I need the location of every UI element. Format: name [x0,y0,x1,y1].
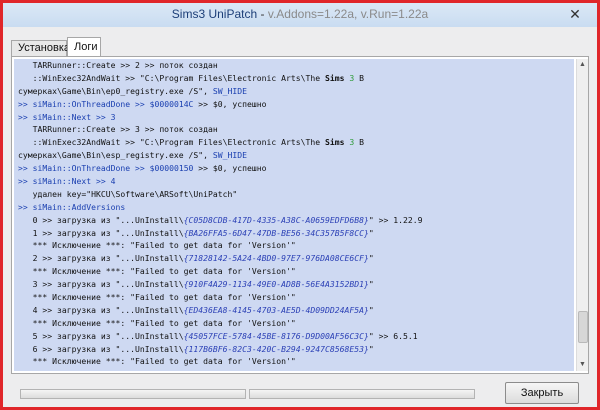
log-segment: *** Исключение ***: "Failed to get data … [18,266,296,277]
log-line: сумерках\Game\Bin\ep0_registry.exe /S", … [18,85,574,98]
log-line: 4 >> загрузка из "...UnInstall\{ED436EA8… [18,304,574,317]
log-segment: siMain::AddVersions [32,201,126,212]
log-segment: >> [18,111,33,122]
log-segment: " >> 1.22.9 [368,214,423,225]
log-segment: " >> 6.5.1 [368,330,418,341]
log-segment: Sims [325,72,345,83]
log-segment: {BA26FFA5-6D47-47DB-BE56-34C357B5F8CC} [183,227,369,238]
log-segment: >> $0, успешно [193,98,267,109]
log-segment: В [354,137,364,148]
title-bar[interactable]: Sims3 UniPatch - v.Addons=1.22a, v.Run=1… [3,3,597,27]
log-line: 3 >> загрузка из "...UnInstall\{910F4A29… [18,278,574,291]
log-line: 0 >> загрузка из "...UnInstall\{C05D8CDB… [18,214,574,227]
log-line: >> siMain::AddVersions [18,201,574,214]
log-segment: ::WinExec32AndWait >> "C:\Program Files\… [18,72,325,83]
log-segment: удален key="HKCU\Software\ARSoft\UniPatc… [18,188,238,199]
log-segment: SW_HIDE [212,150,248,161]
log-segment: siMain::OnThreadDone >> [32,98,150,109]
log-line: 5 >> загрузка из "...UnInstall\{45057FCE… [18,330,574,343]
log-segment: {C05D8CDB-417D-4335-A38C-A0659EDFD6B8} [183,214,369,225]
log-line: *** Исключение ***: "Failed to get data … [18,355,574,368]
log-segment: $0000014C [149,98,194,109]
log-segment: >> [18,176,33,187]
progress-bar-2 [249,389,475,399]
log-line: >> siMain::Next >> 3 [18,111,574,124]
log-segment: {117B6BF6-82C3-420C-B294-9247C8568E53} [183,343,369,354]
log-segment: $00000150 [149,163,194,174]
scroll-down-icon[interactable]: ▼ [577,359,588,371]
log-segment: >> $0, успешно [193,163,267,174]
log-line: TARRunner::Create >> 2 >> поток создан [18,59,574,72]
log-segment: 3 >> загрузка из "...UnInstall\ [18,279,184,290]
log-segment: " [368,279,374,290]
log-segment: 2 >> загрузка из "...UnInstall\ [18,253,184,264]
log-segment: 6 >> загрузка из "...UnInstall\ [18,343,184,354]
log-line: >> siMain::Next >> 4 [18,175,574,188]
log-line: 2 >> загрузка из "...UnInstall\{71828142… [18,252,574,265]
log-segment: 5 >> загрузка из "...UnInstall\ [18,330,184,341]
log-segment: ::WinExec32AndWait >> "C:\Program Files\… [18,137,325,148]
log-segment: {910F4A29-1134-49E0-AD8B-56E4A3152BD1} [183,279,369,290]
log-line: >> siMain::OnThreadDone >> $0000014C >> … [18,98,574,111]
main-window: Sims3 UniPatch - v.Addons=1.22a, v.Run=1… [0,0,600,410]
tab-logs-label: Логи [74,41,98,53]
window-title: Sims3 UniPatch - v.Addons=1.22a, v.Run=1… [3,7,597,21]
log-segment: сумерках\Game\Bin\ep0_registry.exe /S", [18,85,213,96]
log-segment: TARRunner::Create >> 3 >> поток создан [18,124,218,135]
log-segment: {ED436EA8-4145-4703-AE5D-4D09DD24AF5A} [183,304,369,315]
log-segment: Sims [325,137,345,148]
log-line: *** Исключение ***: "Failed to get data … [18,239,574,252]
tab-panel: TARRunner::Create >> 2 >> поток создан :… [11,56,589,374]
tab-logs[interactable]: Логи [67,37,101,56]
progress-bar-1 [20,389,246,399]
log-segment: " [368,343,374,354]
log-line: 6 >> загрузка из "...UnInstall\{117B6BF6… [18,343,574,356]
log-segment: SW_HIDE [212,85,248,96]
log-segment: TARRunner::Create >> 2 >> поток создан [18,60,218,70]
log-line: *** Исключение ***: "Failed to get data … [18,291,574,304]
tab-install-label: Установка [18,42,70,54]
title-separator: - [257,7,268,21]
log-segment: *** Исключение ***: "Failed to get data … [18,240,296,251]
log-segment: >> [18,163,33,174]
log-line: удален key="HKCU\Software\ARSoft\UniPatc… [18,188,574,201]
log-segment: 1 >> загрузка из "...UnInstall\ [18,227,184,238]
log-line: сумерках\Game\Bin\esp_registry.exe /S", … [18,149,574,162]
log-segment: siMain::OnThreadDone >> [32,163,150,174]
log-segment: >> [18,201,33,212]
log-view[interactable]: TARRunner::Create >> 2 >> поток создан :… [14,59,574,371]
log-line: ::WinExec32AndWait >> "C:\Program Files\… [18,72,574,85]
log-segment: 4 >> загрузка из "...UnInstall\ [18,304,184,315]
log-segment: siMain::Next >> 3 [32,111,116,122]
log-line: ::WinExec32AndWait >> "C:\Program Files\… [18,136,574,149]
log-segment: *** Исключение ***: "Failed to get data … [18,292,296,303]
log-segment: " [368,304,374,315]
vertical-scrollbar[interactable]: ▲ ▼ [576,59,588,371]
log-segment: В [354,72,364,83]
tab-install[interactable]: Установка [11,40,70,56]
close-button[interactable]: Закрыть [505,382,579,404]
log-segment: " [368,227,374,238]
log-segment: *** Исключение ***: "Failed to get data … [18,356,296,367]
log-line: *** Исключение ***: "Failed to get data … [18,317,574,330]
app-name: Sims3 UniPatch [171,7,258,21]
log-line: *** Исключение ***: "Failed to get data … [18,265,574,278]
log-segment: {71828142-5A24-4BD0-97E7-976DA08CE6CF} [183,253,369,264]
log-segment: {45057FCE-5784-45BE-8176-D9D00AF56C3C} [183,330,369,341]
bottom-bar: Закрыть [3,377,597,409]
log-segment: siMain::Next >> 4 [32,176,116,187]
scrollbar-thumb[interactable] [578,310,588,343]
log-segment: 0 >> загрузка из "...UnInstall\ [18,214,184,225]
log-segment: >> [18,98,33,109]
log-line: TARRunner::Create >> 3 >> поток создан [18,123,574,136]
log-line: 1 >> загрузка из "...UnInstall\{BA26FFA5… [18,227,574,240]
log-line: >> siMain::OnThreadDone >> $00000150 >> … [18,162,574,175]
close-icon[interactable]: ✕ [565,5,585,23]
log-segment: *** Исключение ***: "Failed to get data … [18,317,296,328]
app-version: v.Addons=1.22a, v.Run=1.22a [267,7,429,21]
scroll-up-icon[interactable]: ▲ [577,59,588,71]
log-segment: сумерках\Game\Bin\esp_registry.exe /S", [18,150,213,161]
log-segment: " [368,253,374,264]
